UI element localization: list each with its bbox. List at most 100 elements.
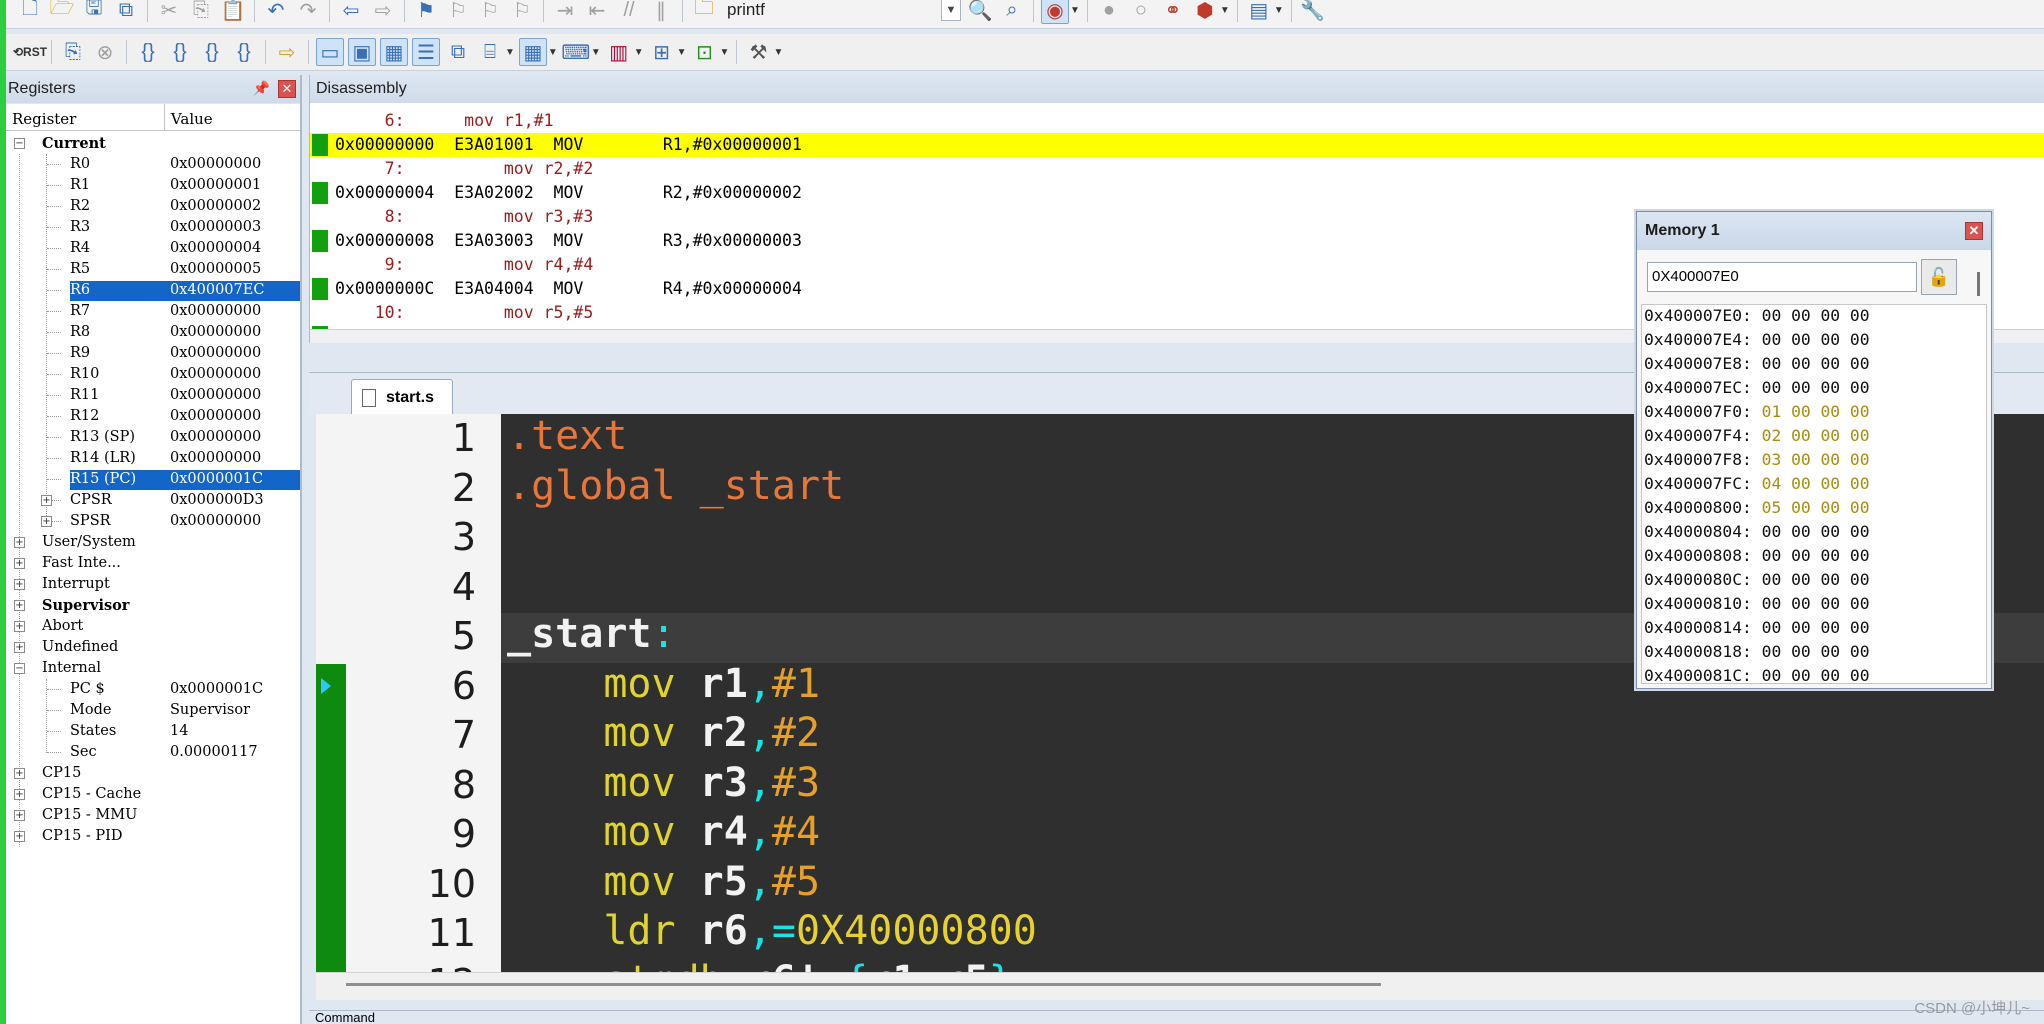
memory-byte[interactable]: 00: [1762, 378, 1782, 397]
memory-byte[interactable]: 00: [1850, 546, 1870, 565]
paste-icon[interactable]: 📋: [219, 0, 247, 24]
register-value[interactable]: 0x00000000: [170, 154, 261, 175]
memory-byte[interactable]: 00: [1850, 330, 1870, 349]
uncomment-icon[interactable]: ∥: [647, 0, 675, 24]
memory-address-input[interactable]: 0X400007E0: [1647, 262, 1917, 292]
configure-icon[interactable]: 🔧: [1299, 0, 1327, 24]
cut-icon[interactable]: ✂: [155, 0, 183, 24]
save-icon[interactable]: 🖫: [80, 0, 108, 24]
memory-byte[interactable]: 00: [1820, 330, 1840, 349]
memory-byte[interactable]: 00: [1820, 522, 1840, 541]
memory-byte[interactable]: 00: [1820, 666, 1840, 683]
register-value[interactable]: 0x00000000: [170, 343, 261, 364]
new-file-icon[interactable]: 🗋: [16, 0, 44, 24]
memory-scrollbar[interactable]: [1977, 272, 1980, 296]
command-window-icon[interactable]: ▭: [316, 38, 344, 66]
register-row[interactable]: + Interrupt: [6, 574, 300, 595]
register-row[interactable]: Mode Supervisor: [6, 700, 300, 721]
indent-icon[interactable]: ⇥: [551, 0, 579, 24]
step-over-icon[interactable]: {}: [166, 38, 194, 66]
expand-icon[interactable]: +: [14, 600, 25, 611]
chevron-down-icon[interactable]: ▼: [548, 47, 558, 58]
analysis-window-icon[interactable]: ▥: [605, 38, 633, 66]
memory-byte[interactable]: 00: [1791, 522, 1811, 541]
memory-byte[interactable]: 04: [1762, 474, 1782, 493]
chevron-down-icon[interactable]: ▼: [677, 47, 687, 58]
register-value[interactable]: 0x00000000: [170, 511, 261, 532]
memory-byte[interactable]: 00: [1791, 330, 1811, 349]
kill-breakpoints-icon[interactable]: ⬢: [1191, 0, 1219, 24]
run-icon[interactable]: ⎘: [59, 38, 87, 66]
memory-byte[interactable]: 02: [1762, 426, 1782, 445]
register-value[interactable]: 0x00000000: [170, 322, 261, 343]
prev-bookmark-icon[interactable]: ⚐: [444, 0, 472, 24]
memory-byte[interactable]: 01: [1762, 402, 1782, 421]
register-row[interactable]: + Undefined: [6, 637, 300, 658]
memory-byte[interactable]: 00: [1850, 522, 1870, 541]
memory-row[interactable]: 0x400007FC: 04 00 00 00: [1644, 472, 1870, 496]
memory-byte[interactable]: 00: [1791, 306, 1811, 325]
unindent-icon[interactable]: ⇤: [583, 0, 611, 24]
register-row[interactable]: + Fast Inte...: [6, 553, 300, 574]
register-row[interactable]: R6 0x400007EC: [6, 280, 300, 301]
incremental-find-icon[interactable]: ⌕: [998, 0, 1026, 24]
collapse-icon[interactable]: −: [14, 663, 25, 674]
register-row[interactable]: + User/System: [6, 532, 300, 553]
memory-byte[interactable]: 00: [1850, 618, 1870, 637]
memory-byte[interactable]: 00: [1820, 546, 1840, 565]
stop-icon[interactable]: ⊗: [91, 38, 119, 66]
disable-breakpoints-icon[interactable]: ⚭: [1159, 0, 1187, 24]
memory-dump[interactable]: 0x400007E0: 00 00 00 00 0x400007E4: 00 00…: [1641, 304, 1987, 684]
register-row[interactable]: + CP15 - PID: [6, 826, 300, 847]
window-layout-icon[interactable]: ▤: [1245, 0, 1273, 24]
memory-byte[interactable]: 00: [1791, 618, 1811, 637]
memory-byte[interactable]: 00: [1762, 666, 1782, 683]
toolbox-icon[interactable]: ⚒: [744, 38, 772, 66]
memory-byte[interactable]: 00: [1791, 450, 1811, 469]
chevron-down-icon[interactable]: ▼: [1070, 5, 1080, 16]
register-row[interactable]: − Internal: [6, 658, 300, 679]
redo-icon[interactable]: ↷: [294, 0, 322, 24]
memory-row[interactable]: 0x40000800: 05 00 00 00: [1644, 496, 1870, 520]
register-row[interactable]: + CP15 - Cache: [6, 784, 300, 805]
memory-byte[interactable]: 00: [1850, 378, 1870, 397]
chevron-down-icon[interactable]: ▼: [591, 47, 601, 58]
serial-window-icon[interactable]: ⌨: [561, 38, 590, 66]
registers-window-icon[interactable]: ☰: [412, 38, 440, 66]
memory-byte[interactable]: 00: [1791, 570, 1811, 589]
register-value[interactable]: 0x00000003: [170, 217, 261, 238]
memory-row[interactable]: 0x40000808: 00 00 00 00: [1644, 544, 1870, 568]
memory-byte[interactable]: 00: [1820, 354, 1840, 373]
code-line[interactable]: mov r1,#1: [507, 659, 820, 709]
code-line[interactable]: mov r3,#3: [507, 758, 820, 808]
pin-icon[interactable]: 📌: [253, 80, 270, 97]
register-value[interactable]: 0x00000000: [170, 385, 261, 406]
memory-byte[interactable]: 00: [1820, 306, 1840, 325]
save-all-icon[interactable]: ⧉: [112, 0, 140, 24]
bookmark-icon[interactable]: ⚑: [412, 0, 440, 24]
code-line[interactable]: .global _start: [507, 461, 844, 511]
code-line[interactable]: mov r2,#2: [507, 708, 820, 758]
code-line[interactable]: mov r5,#5: [507, 857, 820, 907]
memory-byte[interactable]: 00: [1850, 666, 1870, 683]
register-value[interactable]: 0.00000117: [170, 742, 258, 763]
register-row[interactable]: R13 (SP) 0x00000000: [6, 427, 300, 448]
memory-byte[interactable]: 00: [1791, 426, 1811, 445]
scrollbar-thumb[interactable]: [346, 983, 1381, 986]
memory-byte[interactable]: 00: [1820, 642, 1840, 661]
tab-start-s[interactable]: start.s: [351, 379, 453, 415]
register-value[interactable]: 0x000000D3: [170, 490, 264, 511]
lock-icon[interactable]: 🔓: [1921, 259, 1957, 295]
clear-bookmarks-icon[interactable]: ⚐: [508, 0, 536, 24]
register-row[interactable]: + Supervisor: [6, 595, 300, 616]
memory-title-bar[interactable]: Memory 1 ✕: [1637, 212, 1991, 250]
memory-byte[interactable]: 00: [1820, 594, 1840, 613]
memory-row[interactable]: 0x400007F8: 03 00 00 00: [1644, 448, 1870, 472]
chevron-down-icon[interactable]: ▼: [1220, 5, 1230, 16]
register-row[interactable]: + CP15 - MMU: [6, 805, 300, 826]
code-line[interactable]: .text: [507, 414, 627, 461]
expand-icon[interactable]: +: [14, 810, 25, 821]
show-next-statement-icon[interactable]: ⇨: [273, 38, 301, 66]
memory-row[interactable]: 0x40000810: 00 00 00 00: [1644, 592, 1870, 616]
memory-byte[interactable]: 00: [1850, 498, 1870, 517]
